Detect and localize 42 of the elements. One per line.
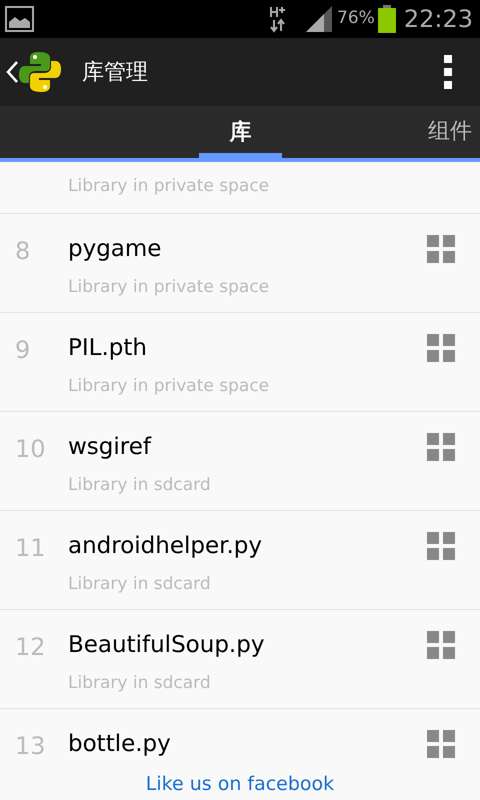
item-title: wsgiref (68, 433, 152, 462)
item-title: bottle.py (68, 730, 172, 759)
grid-icon[interactable] (427, 433, 455, 461)
item-title: androidhelper.py (68, 532, 264, 561)
grid-icon[interactable] (427, 235, 455, 263)
item-subtitle: Library in sdcard (68, 474, 212, 497)
grid-icon[interactable] (427, 334, 455, 362)
facebook-link[interactable]: Like us on facebook (146, 772, 334, 796)
grid-icon[interactable] (427, 631, 455, 659)
item-subtitle: Library in sdcard (68, 672, 212, 695)
list-item[interactable]: 8 pygame Library in private space (0, 214, 480, 313)
item-number: 8 (15, 236, 32, 267)
back-icon (6, 60, 18, 84)
header-title: 库管理 (82, 58, 148, 86)
battery-icon (378, 5, 396, 33)
item-subtitle: Library in private space (68, 276, 270, 299)
item-number: 13 (15, 731, 47, 762)
item-number: 10 (15, 434, 47, 465)
signal-icon (305, 5, 334, 33)
snake-logo-icon (18, 50, 62, 94)
list-item[interactable]: 13 bottle.py (0, 709, 480, 772)
grid-icon[interactable] (427, 532, 455, 560)
item-number: 9 (15, 335, 32, 366)
grid-icon[interactable] (427, 730, 455, 758)
list-item[interactable]: 10 wsgiref Library in sdcard (0, 412, 480, 511)
item-number: 11 (15, 533, 47, 564)
item-subtitle: Library in private space (68, 175, 270, 198)
tab[interactable]: 组件 (428, 106, 472, 158)
tab[interactable]: 库 (199, 106, 282, 158)
item-subtitle: Library in sdcard (68, 573, 212, 596)
item-title: pygame (68, 235, 162, 264)
item-title: BeautifulSoup.py (68, 631, 266, 660)
list-item[interactable]: 9 PIL.pth Library in private space (0, 313, 480, 412)
list-item[interactable]: 11 androidhelper.py Library in sdcard (0, 511, 480, 610)
item-title: PIL.pth (68, 334, 148, 363)
item-subtitle: Library in private space (68, 375, 270, 398)
list-item[interactable]: 12 BeautifulSoup.py Library in sdcard (0, 610, 480, 709)
overflow-menu-icon[interactable] (444, 55, 452, 89)
item-number: 12 (15, 632, 47, 663)
battery-percent: 76% (337, 7, 375, 30)
clock: 22:23 (404, 4, 473, 35)
image-icon (5, 6, 34, 32)
